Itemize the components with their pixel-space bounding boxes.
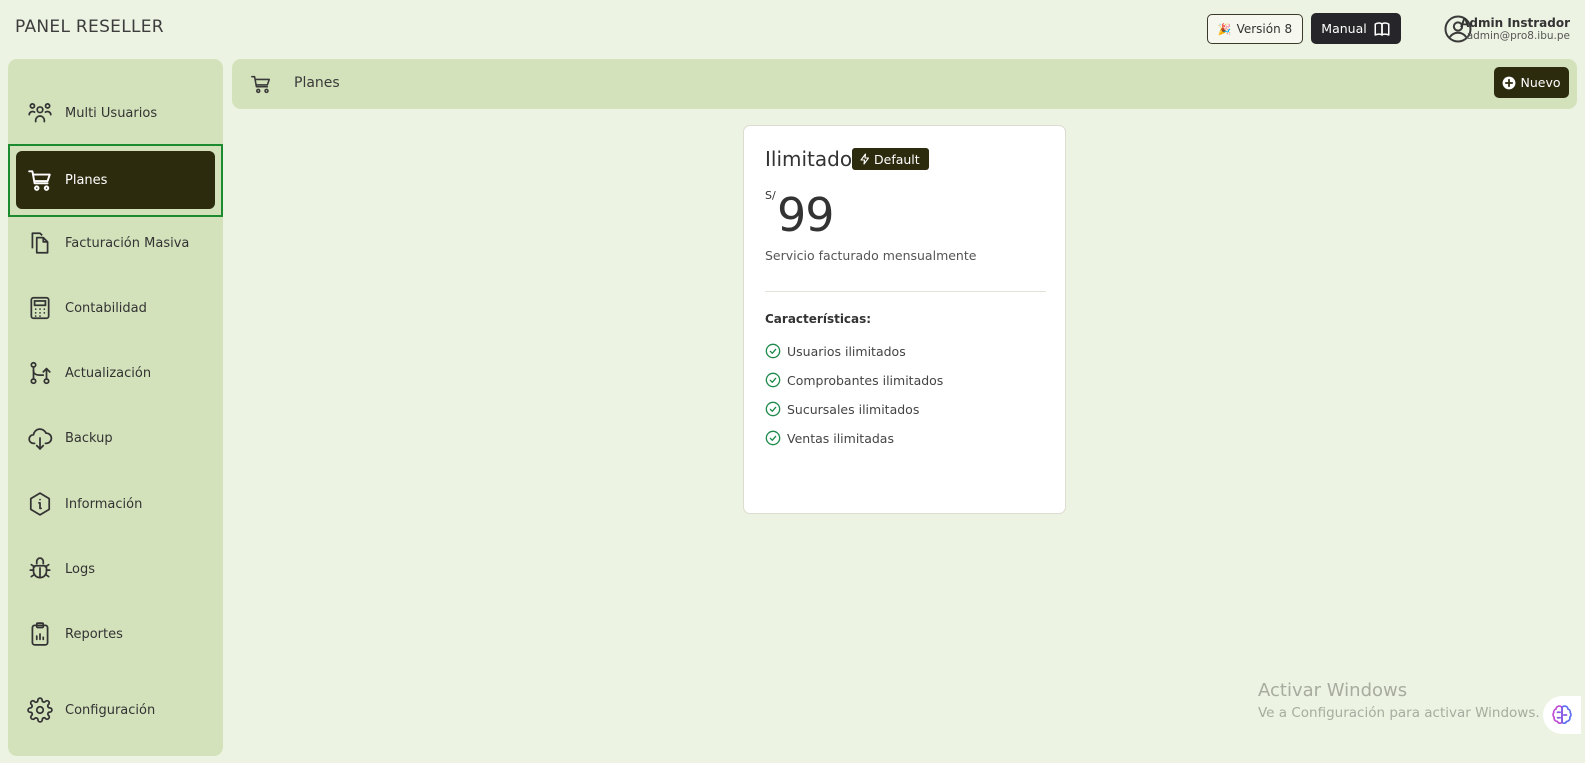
- price-currency: S/: [765, 189, 776, 202]
- feature-item: Comprobantes ilimitados: [765, 372, 943, 388]
- cart-icon: [28, 170, 51, 191]
- check-circle-icon: [765, 401, 781, 417]
- sidebar-item-actualizacion[interactable]: Actualización: [16, 344, 215, 402]
- version-button[interactable]: 🎉 Versión 8: [1207, 14, 1303, 44]
- version-label: Versión 8: [1236, 22, 1293, 36]
- manual-button[interactable]: Manual: [1311, 13, 1401, 44]
- sidebar-item-label: Contabilidad: [65, 300, 147, 316]
- sidebar-item-label: Planes: [65, 172, 108, 188]
- sidebar-item-contabilidad[interactable]: Contabilidad: [16, 279, 215, 337]
- lightning-icon: [860, 153, 870, 165]
- sidebar-item-label: Actualización: [65, 365, 152, 381]
- divider: [765, 291, 1046, 292]
- sidebar-item-label: Información: [65, 496, 143, 512]
- calculator-icon: [30, 296, 50, 320]
- feature-label: Comprobantes ilimitados: [787, 372, 944, 388]
- sidebar-item-backup[interactable]: Backup: [16, 409, 215, 467]
- manual-label: Manual: [1321, 21, 1367, 36]
- sidebar-item-multi-usuarios[interactable]: Multi Usuarios: [16, 84, 215, 142]
- cloud-download-icon: [28, 428, 53, 450]
- brain-icon: [1552, 705, 1572, 725]
- sidebar-item-label: Logs: [65, 561, 95, 577]
- sidebar-item-label: Reportes: [65, 626, 123, 642]
- activate-windows-title: Activar Windows: [1258, 680, 1408, 701]
- page-title: Planes: [294, 75, 340, 91]
- badge-label: Default: [874, 151, 920, 167]
- billing-period: Servicio facturado mensualmente: [765, 248, 977, 263]
- sidebar: Multi Usuarios Planes Facturación Masiva…: [8, 59, 223, 756]
- plus-circle-icon: [1503, 76, 1516, 89]
- files-icon: [31, 232, 49, 254]
- default-badge: Default: [852, 148, 929, 170]
- sidebar-item-reportes[interactable]: Reportes: [16, 605, 215, 663]
- check-circle-icon: [765, 430, 781, 446]
- feature-label: Usuarios ilimitados: [787, 343, 906, 359]
- user-email: admin@pro8.ibu.pe: [1466, 30, 1570, 42]
- features-title: Características:: [765, 312, 872, 326]
- bug-icon: [29, 557, 51, 579]
- feature-label: Ventas ilimitadas: [787, 430, 894, 446]
- feature-item: Usuarios ilimitados: [765, 343, 906, 359]
- plan-price: 99: [777, 188, 835, 242]
- sidebar-item-informacion[interactable]: Información: [16, 475, 215, 533]
- sidebar-item-logs[interactable]: Logs: [16, 540, 215, 598]
- activate-windows-subtitle: Ve a Configuración para activar Windows.: [1258, 705, 1540, 721]
- sidebar-item-label: Multi Usuarios: [65, 105, 158, 121]
- feature-item: Ventas ilimitadas: [765, 430, 894, 446]
- git-branch-icon: [30, 361, 51, 385]
- new-plan-button[interactable]: Nuevo: [1494, 67, 1569, 98]
- sidebar-item-label: Facturación Masiva: [65, 235, 190, 251]
- party-icon: 🎉: [1217, 22, 1232, 36]
- plan-name: Ilimitado: [765, 147, 853, 171]
- sidebar-item-planes[interactable]: Planes: [16, 151, 215, 209]
- page-header-bar: Planes Nuevo: [232, 59, 1577, 109]
- clipboard-icon: [31, 622, 49, 646]
- plan-card[interactable]: Ilimitado Default S/ 99 Servicio factura…: [743, 125, 1066, 514]
- book-icon: [1374, 21, 1390, 36]
- cart-icon: [251, 75, 271, 94]
- users-icon: [28, 103, 52, 123]
- app-title: PANEL RESELLER: [15, 17, 164, 37]
- user-name[interactable]: Admin Instrador: [1460, 16, 1570, 30]
- info-hexagon-icon: [29, 492, 51, 516]
- gear-icon: [27, 697, 53, 723]
- sidebar-item-label: Backup: [65, 430, 113, 446]
- feature-label: Sucursales ilimitados: [787, 401, 920, 417]
- sidebar-item-configuracion[interactable]: Configuración: [16, 681, 215, 739]
- sidebar-item-facturacion-masiva[interactable]: Facturación Masiva: [16, 214, 215, 272]
- new-button-label: Nuevo: [1520, 75, 1561, 90]
- sidebar-item-label: Configuración: [65, 702, 156, 718]
- check-circle-icon: [765, 343, 781, 359]
- feature-item: Sucursales ilimitados: [765, 401, 919, 417]
- check-circle-icon: [765, 372, 781, 388]
- assistant-brain-button[interactable]: [1543, 696, 1581, 734]
